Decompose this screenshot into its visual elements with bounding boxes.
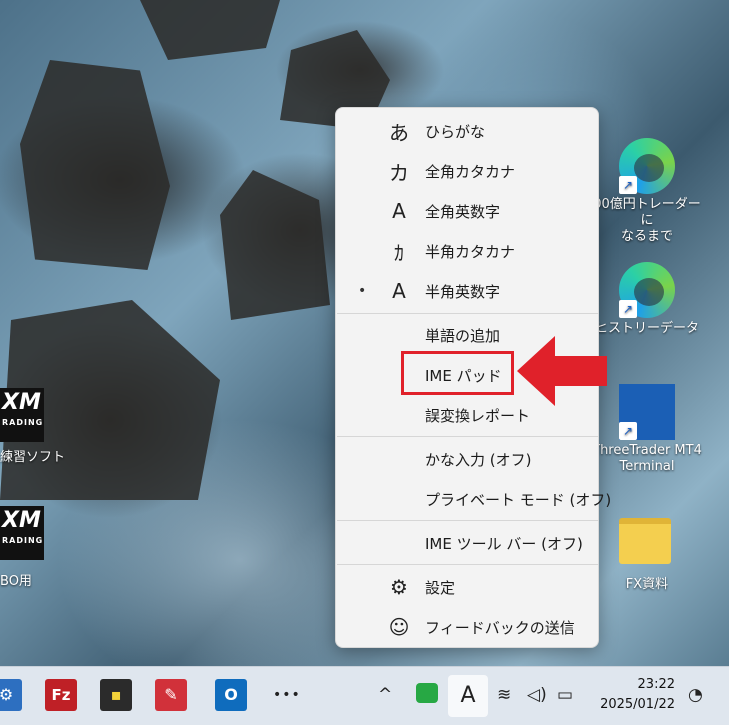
desktop-icon-label: 練習ソフト	[0, 450, 66, 465]
menu-item-halfwidth-katakana[interactable]: ｶ 半角カタカナ	[336, 231, 598, 271]
menu-item-halfwidth-alphanumeric[interactable]: • A 半角英数字	[336, 271, 598, 311]
desktop-icon-label: なるまで	[620, 229, 673, 244]
shortcut-arrow-icon: ↗	[619, 300, 637, 318]
hiragana-icon: あ	[389, 120, 409, 145]
taskbar-app-filezilla[interactable]: Fz	[45, 679, 77, 711]
sticky-notes-icon: ▪	[110, 685, 122, 704]
halfwidth-a-icon: A	[392, 279, 406, 303]
menu-separator	[337, 520, 599, 521]
desktop-icon-label: FX資料	[625, 577, 669, 592]
edge-icon: ↗	[619, 262, 675, 318]
menu-separator	[337, 564, 599, 565]
highlight-box	[401, 351, 514, 395]
rock	[140, 0, 280, 60]
desktop-icon-label: Terminal	[619, 459, 675, 474]
wifi-icon[interactable]: ≋	[497, 681, 511, 709]
show-hidden-icons-chevron-icon[interactable]: ^	[378, 681, 392, 709]
desktop-icon-label: BO用	[0, 574, 32, 589]
edge-icon: ↗	[619, 138, 675, 194]
menu-item-kana-input[interactable]: かな入力 (オフ)	[336, 439, 598, 479]
xm-icon: XM RADING	[0, 506, 44, 560]
shortcut-arrow-icon: ↗	[619, 176, 637, 194]
katakana-icon: カ	[389, 160, 409, 185]
menu-item-hiragana[interactable]: あ ひらがな	[336, 111, 598, 151]
desktop-icon-history-data[interactable]: ↗ ヒストリーデータ	[592, 262, 702, 337]
taskbar-app-partial[interactable]: ⚙	[0, 679, 22, 711]
rock	[220, 170, 330, 320]
menu-item-send-feedback[interactable]: ☺ フィードバックの送信	[336, 607, 598, 647]
taskbar-more-button[interactable]: •••	[273, 681, 301, 709]
menu-item-settings[interactable]: ⚙ 設定	[336, 567, 598, 607]
menu-item-ime-toolbar[interactable]: IME ツール バー (オフ)	[336, 523, 598, 563]
rock	[20, 60, 170, 270]
menu-separator	[337, 313, 599, 314]
shortcut-arrow-icon: ↗	[619, 422, 637, 440]
app-icon: ⚙	[0, 685, 14, 704]
system-clock[interactable]: 23:22 2025/01/22	[600, 675, 675, 715]
fullwidth-a-icon: A	[392, 199, 406, 223]
xm-icon: XM RADING	[0, 388, 44, 442]
notification-bell-icon[interactable]: ◔	[688, 681, 703, 709]
gear-icon: ⚙	[390, 575, 408, 599]
taskbar-app-outlook[interactable]: O	[215, 679, 247, 711]
feedback-icon: ☺	[388, 615, 410, 639]
red-arrow-icon	[517, 336, 607, 406]
folder-icon	[619, 518, 675, 574]
desktop-icon-trader-book[interactable]: ↗ 00億円トレーダーに なるまで	[592, 138, 702, 245]
menu-separator	[337, 436, 599, 437]
halfwidth-katakana-icon: ｶ	[394, 240, 404, 265]
taskbar-app-sticky-notes[interactable]: ▪	[100, 679, 132, 711]
desktop-icon-fx-docs[interactable]: FX資料	[592, 508, 702, 593]
filezilla-icon: Fz	[51, 686, 71, 704]
threetrader-icon: ↗	[619, 384, 675, 440]
desktop-icon-label: ThreeTrader MT4	[592, 443, 702, 458]
menu-item-fullwidth-alphanumeric[interactable]: A 全角英数字	[336, 191, 598, 231]
desktop-icon-label: 00億円トレーダーに	[593, 197, 701, 228]
taskbar: ⚙ Fz ▪ ✎ O ••• ^ A ≋ ◁) ▭ 23:22 2025/01/…	[0, 666, 729, 725]
clock-date: 2025/01/22	[600, 697, 675, 712]
outlook-icon: O	[224, 685, 238, 704]
edit-icon: ✎	[164, 685, 178, 704]
tray-app-icon[interactable]	[416, 683, 438, 703]
taskbar-app-red[interactable]: ✎	[155, 679, 187, 711]
ime-mode-indicator[interactable]: A	[448, 675, 488, 717]
menu-item-fullwidth-katakana[interactable]: カ 全角カタカナ	[336, 151, 598, 191]
volume-icon[interactable]: ◁)	[527, 681, 547, 709]
selected-bullet-icon: •	[358, 283, 367, 299]
battery-icon[interactable]: ▭	[557, 681, 573, 709]
menu-item-private-mode[interactable]: プライベート モード (オフ)	[336, 479, 611, 519]
clock-time: 23:22	[637, 677, 675, 692]
